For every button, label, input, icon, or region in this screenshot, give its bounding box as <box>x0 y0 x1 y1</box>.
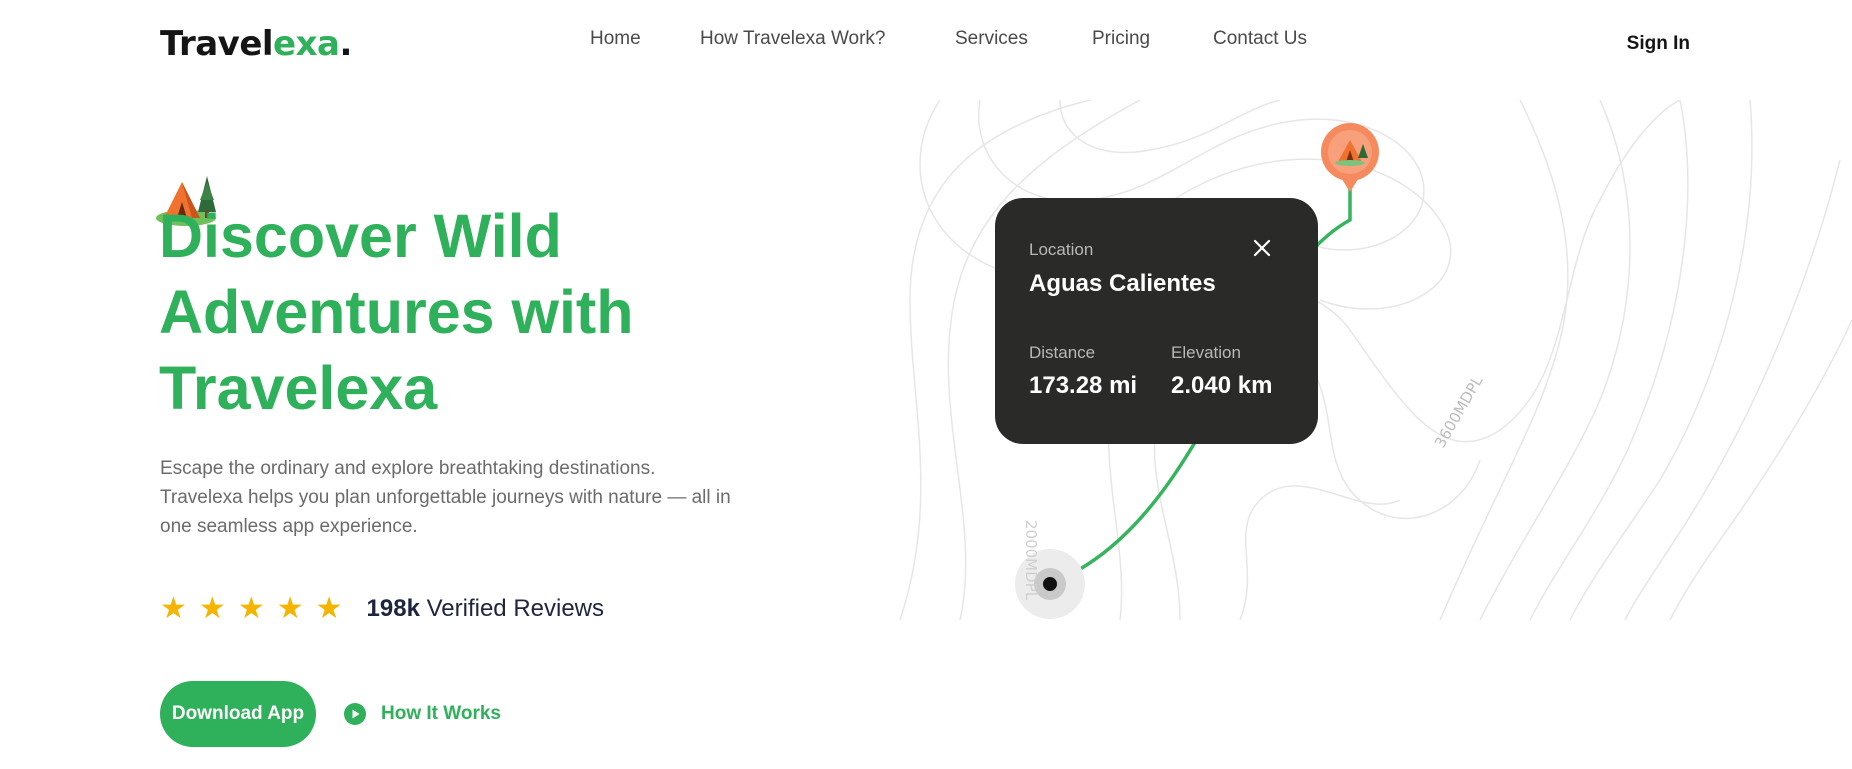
nav-pricing[interactable]: Pricing <box>1092 28 1150 50</box>
logo-dot: . <box>339 24 352 64</box>
hero-description-line-1: Escape the ordinary and explore breathta… <box>160 458 656 479</box>
review-summary: 198k Verified Reviews <box>367 595 604 623</box>
contour-label-3600: 3600MDPL <box>1431 372 1487 451</box>
elevation-value: 2.040 km <box>1171 372 1273 399</box>
logo-part2: exa <box>273 24 340 64</box>
star-icon: ★ <box>198 592 226 625</box>
how-it-works-label: How It Works <box>381 703 501 724</box>
star-rating: ★ ★ ★ ★ ★ <box>160 594 343 624</box>
review-count: 198k <box>366 595 420 622</box>
location-value: Aguas Calientes <box>1029 270 1216 297</box>
hero-description-line-2: Travelexa helps you plan unforgettable j… <box>160 487 731 508</box>
distance-value: 173.28 mi <box>1029 372 1138 399</box>
hero-description-line-3: one seamless app experience. <box>160 516 418 537</box>
hero-title-line-2: Adventures with <box>159 278 634 346</box>
star-icon: ★ <box>160 592 187 625</box>
elevation-label: Elevation <box>1171 343 1241 362</box>
logo[interactable]: Travelexa. <box>160 24 352 64</box>
hero-title: Discover Wild Adventures with Travelexa <box>159 198 859 426</box>
star-icon: ★ <box>315 592 343 625</box>
nav-contact-us[interactable]: Contact Us <box>1213 28 1307 50</box>
star-icon: ★ <box>237 592 265 625</box>
star-icon: ★ <box>276 592 304 625</box>
download-app-button[interactable]: Download App <box>160 681 316 747</box>
hero-title-line-1: Discover Wild <box>159 202 562 270</box>
nav-how-it-works[interactable]: How Travelexa Work? <box>700 28 886 50</box>
play-icon <box>344 703 366 725</box>
nav-services[interactable]: Services <box>955 28 1028 50</box>
nav-home[interactable]: Home <box>590 28 641 50</box>
sign-in-button[interactable]: Sign In <box>1627 33 1690 55</box>
hero-description: Escape the ordinary and explore breathta… <box>160 454 800 541</box>
hero-title-line-3: Travelexa <box>159 354 438 422</box>
how-it-works-link[interactable]: How It Works <box>343 701 501 727</box>
logo-part1: Travel <box>160 24 274 64</box>
start-point[interactable] <box>1043 577 1057 591</box>
rating: ★ ★ ★ ★ ★ 198k Verified Reviews <box>160 592 604 626</box>
review-label: Verified Reviews <box>426 595 605 622</box>
location-label: Location <box>1029 240 1094 259</box>
location-card: Location Aguas Calientes Distance 173.28… <box>995 198 1318 444</box>
distance-label: Distance <box>1029 343 1096 362</box>
close-icon[interactable] <box>1252 238 1272 258</box>
contour-label-2000: 2000MDPL <box>1022 520 1040 601</box>
